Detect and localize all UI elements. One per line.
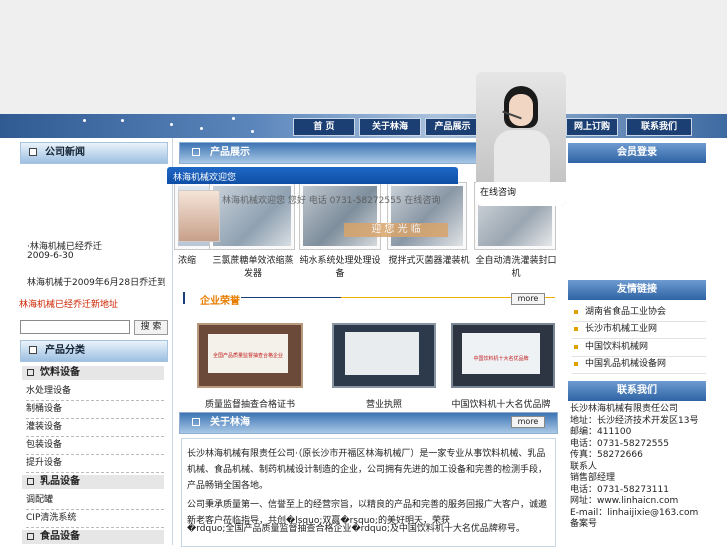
cert-text: 全国产品质量监督抽查合格企业 <box>212 353 283 359</box>
list-item[interactable]: 制桶设备 <box>26 401 164 419</box>
overlay-text: 林海机械欢迎您 您好 电话 0731-58272555 在线咨询 <box>222 196 441 206</box>
square-icon <box>29 346 37 354</box>
square-icon <box>27 368 34 376</box>
agent-body <box>494 130 550 190</box>
contact-phone: 电话：0731-58272555 <box>570 438 669 449</box>
link-item[interactable]: 湖南省食品工业协会 <box>572 304 706 322</box>
honor-more-button[interactable]: more <box>511 293 545 305</box>
honor-line <box>241 297 341 298</box>
search-input[interactable] <box>20 320 130 334</box>
bullet-icon <box>574 326 578 331</box>
news-title: 公司新闻 <box>45 147 85 158</box>
list-item[interactable]: 包装设备 <box>26 437 164 455</box>
contact-record: 备案号 <box>570 519 598 529</box>
consult-label: 在线咨询 <box>480 188 517 198</box>
honor-marker <box>183 292 185 304</box>
login-header: 会员登录 <box>568 143 706 163</box>
cert-image[interactable]: 中国饮料机十大名优品牌 <box>451 323 555 388</box>
overlay-stamp: 迎 您 光 临 <box>344 223 448 237</box>
link-label: 中国乳品机械设备网 <box>585 359 667 369</box>
group-food[interactable]: 食品设备 <box>22 530 164 544</box>
agent-face <box>509 94 533 126</box>
banner-top <box>0 0 727 114</box>
cert-image[interactable] <box>332 323 436 388</box>
product-caption[interactable]: 搅拌式灭菌器灌装机 <box>387 253 471 266</box>
link-label: 中国饮料机械网 <box>585 342 649 352</box>
contact-phone-2: 电话：0731-58273111 <box>570 484 669 495</box>
contact-postcode: 邮编：411100 <box>570 427 632 437</box>
product-caption[interactable]: 纯水系统处理处理设备 <box>299 253 381 279</box>
cert-text: 中国饮料机十大名优品牌 <box>473 356 529 362</box>
consult-widget[interactable]: 在线咨询 <box>476 72 566 206</box>
cert-image[interactable]: 全国产品质量监督抽查合格企业 <box>197 323 303 388</box>
contact-person: 联系人 <box>570 461 598 472</box>
agent-photo <box>178 190 220 242</box>
link-label: 长沙市机械工业网 <box>585 324 658 334</box>
products-title: 产品分类 <box>45 345 85 356</box>
nav-order[interactable]: 网上订购 <box>566 118 618 136</box>
contact-header: 联系我们 <box>568 381 706 401</box>
link-item[interactable]: 中国饮料机械网 <box>572 339 706 357</box>
about-header: 关于林海 <box>179 412 558 434</box>
list-item[interactable]: 灌装设备 <box>26 419 164 437</box>
list-item[interactable]: 水处理设备 <box>26 383 164 401</box>
group-dairy[interactable]: 乳品设备 <box>22 475 164 489</box>
about-more-button[interactable]: more <box>511 416 545 428</box>
contact-email[interactable]: E-mail：linhaijixie@163.com <box>570 508 710 520</box>
links-header: 友情链接 <box>568 280 706 300</box>
bullet-icon <box>574 361 578 366</box>
about-paragraph: �rdquo;全国产品质量监督抽查合格企业�rdquo;及中国饮料机十大名优品牌… <box>187 524 525 534</box>
news-body: 林海机械于2009年6月28日乔迁到长沙经济技术 <box>27 278 165 288</box>
nav-products[interactable]: 产品展示 <box>425 118 480 136</box>
news-panel-header: 公司新闻 <box>20 142 168 164</box>
contact-website[interactable]: 网址：www.linhaicn.com <box>570 496 710 508</box>
honor-caption[interactable]: 中国饮料机十大名优品牌 <box>447 397 555 410</box>
square-icon <box>27 477 34 485</box>
product-caption[interactable]: 三氯蔗糖单效浓缩蒸发器 <box>209 253 297 279</box>
square-icon <box>192 418 200 426</box>
link-item[interactable]: 中国乳品机械设备网 <box>572 356 706 374</box>
list-item[interactable]: 调配罐 <box>26 492 164 510</box>
news-date: 2009-6-30 <box>27 251 74 261</box>
list-item[interactable]: 提升设备 <box>26 455 164 473</box>
square-icon <box>29 148 37 156</box>
bullet-icon <box>574 344 578 349</box>
products-panel-header: 产品分类 <box>20 340 168 362</box>
group-title: 饮料设备 <box>40 367 80 378</box>
square-icon <box>192 148 200 156</box>
square-icon <box>27 532 34 540</box>
honor-caption[interactable]: 质量监督抽查合格证书 <box>197 397 303 410</box>
about-title: 关于林海 <box>210 417 250 428</box>
contact-block: 长沙林海机械有限责任公司 地址：长沙经济技术开发区13号 邮编：411100 电… <box>570 404 710 531</box>
welcome-tab[interactable]: 林海机械欢迎您 <box>167 167 458 184</box>
about-paragraph: 长沙林海机械有限责任公司·（原长沙市开福区林海机械厂）是一家专业从事饮料机械、乳… <box>187 449 548 491</box>
nav-home[interactable]: 首 页 <box>293 118 355 136</box>
showcase-title: 产品展示 <box>210 147 250 158</box>
link-item[interactable]: 长沙市机械工业网 <box>572 321 706 339</box>
search-button[interactable]: 搜 索 <box>134 320 168 335</box>
group-title: 乳品设备 <box>40 476 80 487</box>
link-label: 湖南省食品工业协会 <box>585 307 667 317</box>
news-link[interactable]: 林海机械已经乔迁新地址 <box>19 297 118 310</box>
group-beverage[interactable]: 饮料设备 <box>22 366 164 380</box>
group-title: 食品设备 <box>40 531 80 542</box>
product-caption[interactable]: 浓缩 <box>171 253 203 266</box>
contact-fax: 传真：58272666 <box>570 450 643 460</box>
bullet-icon <box>574 309 578 314</box>
honor-title: 企业荣誉 <box>200 296 240 307</box>
welcome-tab-label: 林海机械欢迎您 <box>173 173 237 183</box>
contact-address: 地址：长沙经济技术开发区13号 <box>570 415 699 426</box>
product-caption[interactable]: 全自动清洗灌装封口机 <box>474 253 558 279</box>
nav-contact[interactable]: 联系我们 <box>626 118 692 136</box>
nav-about[interactable]: 关于林海 <box>359 118 421 136</box>
contact-company: 长沙林海机械有限责任公司 <box>570 404 679 414</box>
list-item[interactable]: CIP清洗系统 <box>26 510 164 528</box>
contact-role: 销售部经理 <box>570 473 616 483</box>
honor-caption[interactable]: 营业执照 <box>332 397 436 410</box>
